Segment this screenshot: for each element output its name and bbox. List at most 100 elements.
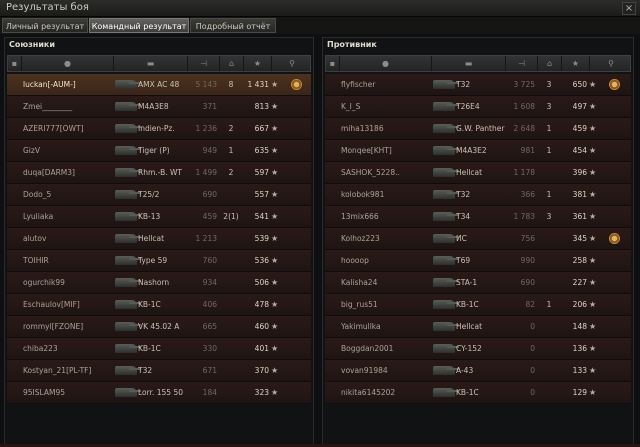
kills-value: 2 (228, 124, 234, 133)
platoon-icon[interactable]: ▪ (8, 56, 22, 71)
player-name: duqa[DARM3] (23, 168, 75, 177)
player-row[interactable]: Boggdan2001 CY-152 0 136 ★ (325, 338, 631, 360)
damage-value: 690 (520, 278, 535, 287)
xp-value: 460 (254, 322, 269, 331)
close-icon[interactable]: × (622, 2, 636, 15)
player-row[interactable]: kolobok981 T32 366 1 381 ★ (325, 184, 631, 206)
xp-value: 454 (572, 146, 587, 155)
damage-value: 330 (202, 344, 217, 353)
tank-icon (113, 272, 141, 293)
xp-value: 536 (254, 256, 269, 265)
player-row[interactable]: Monqee[KHT] M4A3E2 981 1 454 ★ (325, 140, 631, 162)
medal-column-icon[interactable]: ⚲ (590, 56, 632, 71)
player-row[interactable]: rommyl[FZONE] VK 45.02 A 665 460 ★ (7, 316, 311, 338)
star-icon: ★ (271, 212, 279, 221)
player-row[interactable]: GizV Tiger (P) 949 1 635 ★ (7, 140, 311, 162)
player-row[interactable]: luckan[-AUM-] AMX AC 48 5 143 8 1 431 ★ (7, 74, 311, 96)
damage-icon[interactable]: ⊣ (506, 56, 538, 71)
player-row[interactable]: K_I_S T26E4 1 608 3 497 ★ (325, 96, 631, 118)
xp-icon[interactable]: ★ (562, 56, 590, 71)
player-row[interactable]: chiba223 KB-1C 330 401 ★ (7, 338, 311, 360)
player-row[interactable]: ogurchik99 Nashorn 934 506 ★ (7, 272, 311, 294)
star-icon: ★ (271, 278, 279, 287)
player-row[interactable]: Yakimullka Hellcat 0 148 ★ (325, 316, 631, 338)
tank-icon (113, 294, 141, 315)
window-titlebar: Результаты боя × (0, 0, 640, 17)
star-icon: ★ (589, 366, 597, 375)
player-row[interactable]: duqa[DARM3] Rhm.-B. WT 1 499 2 597 ★ (7, 162, 311, 184)
player-name: 95ISLAM95 (23, 388, 66, 397)
player-row[interactable]: vovan91984 A-43 0 133 ★ (325, 360, 631, 382)
tank-icon[interactable]: ▬ (114, 56, 188, 71)
platoon-icon[interactable]: ▪ (326, 56, 340, 71)
star-icon: ★ (589, 234, 597, 243)
xp-value: 136 (572, 344, 587, 353)
damage-icon[interactable]: ⊣ (188, 56, 220, 71)
xp-value: 396 (572, 168, 587, 177)
xp-icon[interactable]: ★ (244, 56, 272, 71)
player-row[interactable]: 13mix666 T34 1 783 3 361 ★ (325, 206, 631, 228)
kills-value (539, 382, 559, 403)
player-row[interactable]: Eschaulov[MIF] KB-1C 406 478 ★ (7, 294, 311, 316)
tank-icon (431, 96, 459, 117)
player-name: Lyuliaka (23, 212, 54, 221)
tank-icon (113, 96, 141, 117)
player-row[interactable]: alutov Hellcat 1 213 539 ★ (7, 228, 311, 250)
kills-value (221, 360, 241, 381)
star-icon: ★ (271, 234, 279, 243)
kills-value (221, 338, 241, 359)
player-name: alutov (23, 234, 47, 243)
tab-team-result[interactable]: Командный результат (89, 18, 189, 33)
player-row[interactable]: SASHOK_5228.. Hellcat 1 178 396 ★ (325, 162, 631, 184)
damage-value: 1 499 (195, 168, 217, 177)
tank-icon[interactable]: ▬ (432, 56, 506, 71)
xp-value: 361 (572, 212, 587, 221)
player-row[interactable]: nikita6145202 KB-1C 0 129 ★ (325, 382, 631, 404)
tab-personal-result[interactable]: Личный результат (2, 18, 88, 33)
star-icon: ★ (271, 388, 279, 397)
player-row[interactable]: hoooop T69 990 258 ★ (325, 250, 631, 272)
player-icon[interactable]: ● (22, 56, 114, 71)
damage-value: 756 (520, 234, 535, 243)
player-row[interactable]: Dodo_5 T25/2 690 557 ★ (7, 184, 311, 206)
xp-value: 227 (572, 278, 587, 287)
player-name: Boggdan2001 (341, 344, 394, 353)
player-name: Monqee[KHT] (341, 146, 392, 155)
xp-value: 148 (572, 322, 587, 331)
player-row[interactable]: miha13186 G.W. Panther 2 648 1 459 ★ (325, 118, 631, 140)
player-row[interactable]: Zmei________ M4A3E8 371 813 ★ (7, 96, 311, 118)
tab-detailed-report[interactable]: Подробный отчёт (190, 18, 276, 33)
kills-value (539, 338, 559, 359)
player-name: 13mix666 (341, 212, 379, 221)
xp-value: 541 (254, 212, 269, 221)
damage-value: 1 783 (513, 212, 535, 221)
kills-value (221, 382, 241, 403)
player-row[interactable]: 95ISLAM95 Lorr. 155 50 184 323 ★ (7, 382, 311, 404)
kills-icon[interactable]: ⌂ (538, 56, 562, 71)
kills-icon[interactable]: ⌂ (220, 56, 244, 71)
player-row[interactable]: big_rus51 KB-1C 82 1 206 ★ (325, 294, 631, 316)
damage-value: 1 213 (195, 234, 217, 243)
player-name: miha13186 (341, 124, 384, 133)
player-row[interactable]: Kalisha24 STA-1 690 227 ★ (325, 272, 631, 294)
player-row[interactable]: AZERI777[OWT] Indien-Pz. 1 236 2 667 ★ (7, 118, 311, 140)
player-icon[interactable]: ● (340, 56, 432, 71)
player-name: vovan91984 (341, 366, 388, 375)
star-icon: ★ (589, 256, 597, 265)
player-name: ogurchik99 (23, 278, 65, 287)
player-row[interactable]: Lyuliaka KB-13 459 2(1) 541 ★ (7, 206, 311, 228)
tab-bar: Личный результат Командный результат Под… (0, 17, 640, 34)
player-row[interactable]: Kolhoz223 ИС 756 345 ★ (325, 228, 631, 250)
xp-value: 497 (572, 102, 587, 111)
damage-value: 82 (525, 300, 535, 309)
medal-column-icon[interactable]: ⚲ (272, 56, 312, 71)
player-row[interactable]: Kostyan_21[PL-TF] T32 671 370 ★ (7, 360, 311, 382)
damage-value: 459 (202, 212, 217, 221)
damage-value: 949 (202, 146, 217, 155)
star-icon: ★ (589, 146, 597, 155)
tank-icon (431, 228, 459, 249)
tank-icon (113, 162, 141, 183)
kills-value: 1 (546, 190, 552, 199)
player-row[interactable]: TOIHIR Type 59 760 536 ★ (7, 250, 311, 272)
player-row[interactable]: flyfischer T32 3 725 3 650 ★ (325, 74, 631, 96)
